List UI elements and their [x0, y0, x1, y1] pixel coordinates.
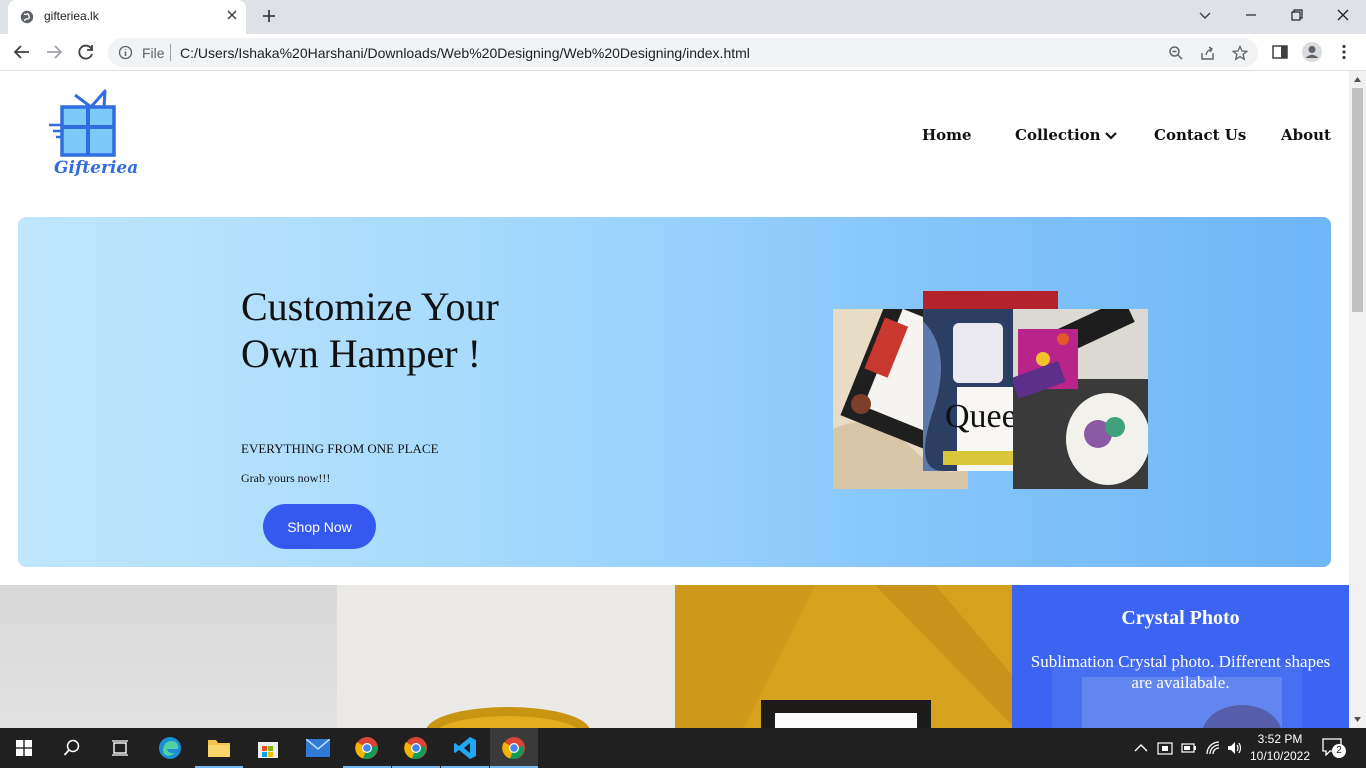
notification-center-button[interactable]: 2 [1322, 738, 1346, 758]
globe-icon [20, 10, 34, 24]
frame-image [675, 585, 1012, 728]
nav-about[interactable]: About [1281, 126, 1331, 144]
task-view-icon [112, 740, 128, 756]
store-icon [258, 742, 278, 758]
browser-tab[interactable]: gifteriea.lk [8, 0, 246, 34]
restore-icon[interactable] [1289, 7, 1305, 23]
browser-tab-strip: gifteriea.lk [0, 0, 1366, 34]
scheme-label: File [142, 45, 165, 61]
clock-date: 10/10/2022 [1249, 749, 1311, 763]
system-clock[interactable]: 3:52 PM 10/10/2022 [1249, 731, 1311, 765]
scroll-down-arrow-icon[interactable] [1353, 715, 1362, 724]
category-card-3[interactable] [675, 585, 1012, 728]
side-panel-icon[interactable] [1271, 43, 1289, 61]
address-bar[interactable]: File C:/Users/Ishaka%20Harshani/Download… [108, 38, 1258, 67]
minimize-icon[interactable] [1243, 7, 1259, 23]
volume-icon[interactable] [1227, 740, 1243, 756]
chevron-down-icon [1104, 132, 1117, 140]
new-tab-icon[interactable] [262, 9, 276, 23]
windows-logo-icon [16, 740, 32, 756]
forward-icon[interactable] [44, 42, 64, 62]
omnibox-divider [170, 44, 171, 61]
nav-collection[interactable]: Collection [1015, 126, 1117, 144]
wifi-icon[interactable] [1205, 740, 1221, 756]
close-tab-icon[interactable] [226, 9, 238, 21]
profile-avatar-icon[interactable] [1301, 41, 1323, 63]
bookmark-star-icon[interactable] [1232, 45, 1248, 61]
battery-icon[interactable] [1181, 740, 1197, 756]
category-card-2[interactable] [337, 585, 675, 728]
browser-toolbar: File C:/Users/Ishaka%20Harshani/Download… [0, 34, 1366, 71]
logo-text: Gifteriea [54, 158, 139, 178]
start-button[interactable] [0, 728, 48, 768]
category-card-crystal-photo[interactable]: Crystal Photo Sublimation Crystal photo.… [1012, 585, 1349, 728]
nav-home[interactable]: Home [922, 126, 972, 144]
nav-contact-us[interactable]: Contact Us [1154, 126, 1246, 144]
category-card-1[interactable] [0, 585, 337, 728]
show-hidden-icons-chevron-icon[interactable] [1133, 740, 1149, 756]
mail-icon [306, 739, 330, 757]
site-info-icon[interactable] [118, 45, 133, 60]
page-viewport: Gifteriea Home Collection Contact Us Abo… [0, 71, 1349, 728]
tab-search-chevron-icon[interactable] [1197, 7, 1213, 23]
scroll-up-arrow-icon[interactable] [1353, 75, 1362, 84]
page-scrollbar[interactable] [1349, 71, 1366, 728]
share-icon[interactable] [1200, 45, 1216, 61]
taskbar-search-button[interactable] [48, 728, 96, 768]
folder-icon [208, 740, 230, 757]
meet-now-icon[interactable] [1157, 740, 1173, 756]
reload-icon[interactable] [76, 42, 96, 62]
taskbar-edge[interactable] [146, 728, 194, 768]
taskbar-chrome-active[interactable] [490, 728, 538, 768]
shop-now-button[interactable]: Shop Now [263, 504, 376, 549]
hamper-photo-3 [1013, 309, 1148, 489]
notification-count-badge: 2 [1332, 744, 1346, 758]
mug-image [426, 707, 590, 728]
taskbar-vscode[interactable] [441, 728, 489, 768]
windows-taskbar: 3:52 PM 10/10/2022 2 [0, 728, 1366, 768]
chrome-icon [404, 737, 427, 759]
task-view-button[interactable] [96, 728, 144, 768]
zoom-icon[interactable] [1168, 45, 1184, 61]
taskbar-chrome-profile-2[interactable] [392, 728, 440, 768]
search-icon [63, 739, 80, 756]
taskbar-file-explorer[interactable] [195, 728, 243, 768]
card-description: Sublimation Crystal photo. Different sha… [1030, 652, 1331, 692]
hero-tagline: Grab yours now!!! [241, 471, 331, 485]
tab-title: gifteriea.lk [44, 9, 99, 23]
taskbar-mail[interactable] [294, 728, 342, 768]
back-icon[interactable] [12, 42, 32, 62]
chrome-icon [502, 737, 525, 759]
svg-text:Quee: Quee [945, 398, 1017, 435]
clock-time: 3:52 PM [1257, 732, 1303, 746]
taskbar-microsoft-store[interactable] [244, 728, 292, 768]
card-title: Crystal Photo [1121, 607, 1240, 629]
nav-collection-label: Collection [1015, 126, 1101, 144]
url-text[interactable]: C:/Users/Ishaka%20Harshani/Downloads/Web… [180, 45, 750, 61]
edge-icon [159, 737, 181, 759]
chrome-icon [355, 737, 378, 759]
hero-banner: Customize Your Own Hamper ! EVERYTHING F… [18, 217, 1331, 567]
close-window-icon[interactable] [1335, 7, 1351, 23]
vscode-icon [454, 737, 476, 759]
hero-subheading: EVERYTHING FROM ONE PLACE [241, 441, 439, 456]
menu-kebab-icon[interactable] [1335, 43, 1353, 61]
scrollbar-thumb[interactable] [1352, 88, 1363, 312]
taskbar-chrome-profile-1[interactable] [343, 728, 391, 768]
hero-heading: Customize Your Own Hamper ! [241, 284, 499, 376]
